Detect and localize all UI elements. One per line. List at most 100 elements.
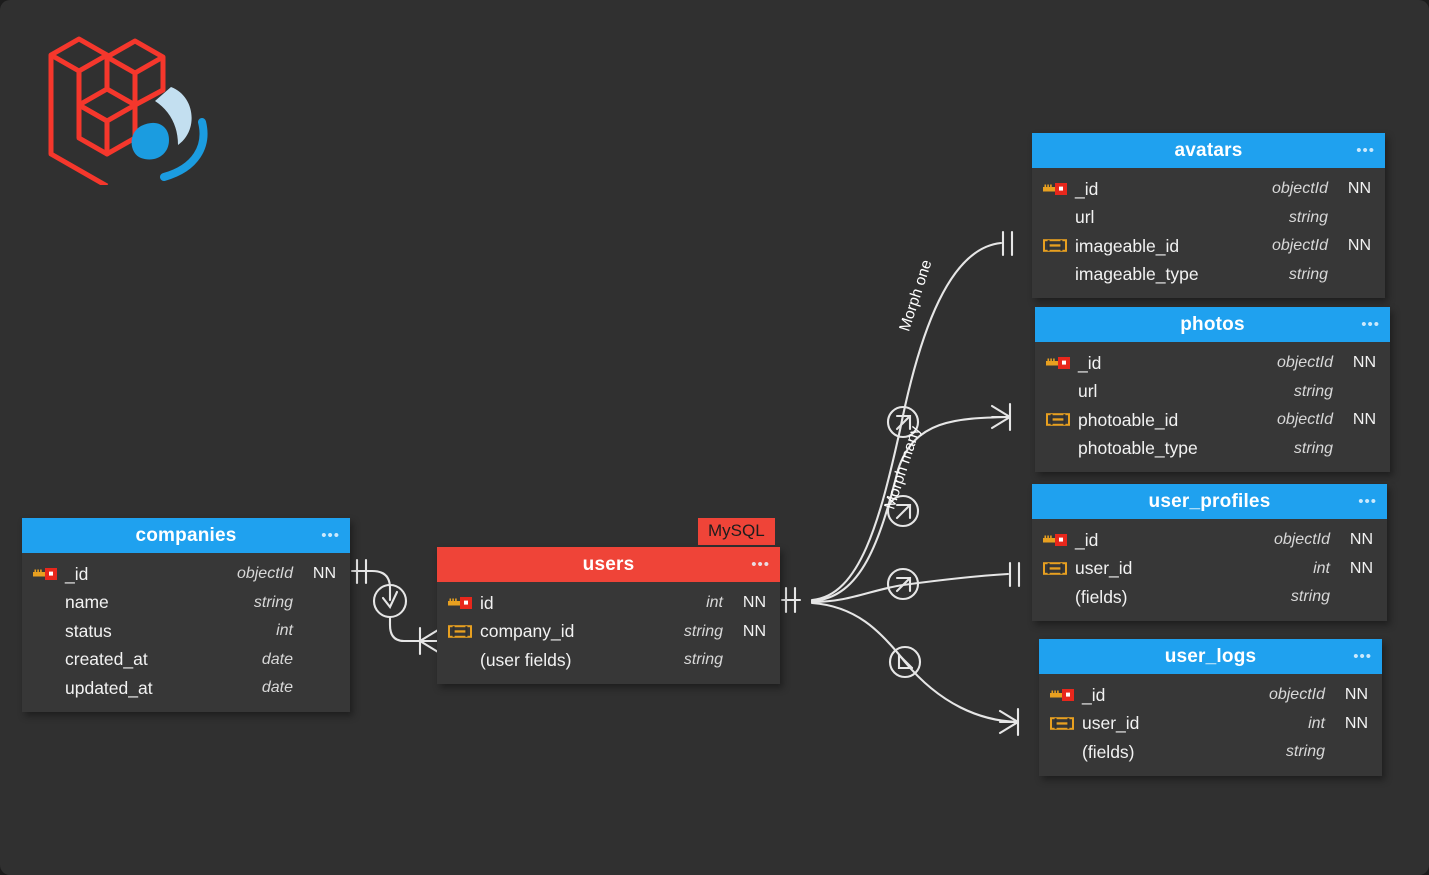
table-menu-icon[interactable]: ••• xyxy=(321,528,340,543)
table-field-row[interactable]: user_id int NN xyxy=(1039,710,1382,739)
table-header-users[interactable]: users ••• xyxy=(437,547,780,582)
table-field-row[interactable]: id int NN xyxy=(437,589,780,618)
table-field-row[interactable]: user_id int NN xyxy=(1032,555,1387,584)
table-card-user_profiles[interactable]: user_profiles ••• _id objectId NN user_id int N… xyxy=(1032,484,1387,621)
field-name: _id xyxy=(1082,684,1106,705)
table-fields-photos: _id objectId NN url string photoable_id object… xyxy=(1035,342,1390,472)
table-menu-icon[interactable]: ••• xyxy=(1358,494,1377,509)
table-fields-avatars: _id objectId NN url string imageable_id object… xyxy=(1032,168,1385,298)
field-type: objectId xyxy=(1268,686,1325,704)
table-card-user_logs[interactable]: user_logs ••• _id objectId NN user_id int NN (fi… xyxy=(1039,639,1382,776)
field-type: int xyxy=(1313,559,1330,577)
field-name: id xyxy=(480,592,494,613)
field-name: _id xyxy=(1078,352,1102,373)
field-name: photoable_id xyxy=(1078,409,1179,430)
table-header-avatars[interactable]: avatars ••• xyxy=(1032,133,1385,168)
no-key-icon xyxy=(33,624,59,638)
field-name: (user fields) xyxy=(480,649,572,670)
primary-key-icon xyxy=(1050,688,1076,702)
field-name: (fields) xyxy=(1075,586,1128,607)
table-header-companies[interactable]: companies ••• xyxy=(22,518,350,553)
table-field-row[interactable]: _id objectId NN xyxy=(1039,681,1382,710)
primary-key-icon xyxy=(1050,689,1074,702)
table-field-row[interactable]: (fields) string xyxy=(1032,583,1387,612)
table-field-row[interactable]: _id objectId NN xyxy=(22,560,350,589)
field-nullability: NN xyxy=(742,594,766,612)
table-field-row[interactable]: url string xyxy=(1035,378,1390,407)
field-nullability: NN xyxy=(1349,531,1373,549)
primary-key-icon xyxy=(33,567,59,581)
table-field-row[interactable]: _id objectId NN xyxy=(1032,526,1387,555)
field-name: name xyxy=(65,592,109,613)
table-card-companies[interactable]: companies ••• _id objectId NN name string statu… xyxy=(22,518,350,712)
table-title: companies xyxy=(135,524,237,546)
field-type: int xyxy=(706,594,723,612)
no-key-icon xyxy=(33,596,59,610)
foreign-key-icon xyxy=(1046,413,1072,427)
field-type: int xyxy=(1308,714,1325,732)
table-card-photos[interactable]: photos ••• _id objectId NN url string photoable… xyxy=(1035,307,1390,472)
edge-label-morph-many: Morph many xyxy=(881,424,925,512)
table-field-row[interactable]: photoable_type string xyxy=(1035,435,1390,464)
field-name: (fields) xyxy=(1082,741,1135,762)
field-type: string xyxy=(1288,265,1328,283)
no-key-icon xyxy=(448,653,474,667)
field-type: string xyxy=(683,651,723,669)
field-name: url xyxy=(1075,207,1095,228)
field-type: string xyxy=(1293,439,1333,457)
table-card-users[interactable]: users ••• id int NN company_id string NN (user f… xyxy=(437,547,780,684)
primary-key-icon xyxy=(1046,357,1070,370)
table-field-row[interactable]: (fields) string xyxy=(1039,738,1382,767)
table-header-photos[interactable]: photos ••• xyxy=(1035,307,1390,342)
field-type: objectId xyxy=(236,565,293,583)
table-field-row[interactable]: status int xyxy=(22,617,350,646)
table-header-user_logs[interactable]: user_logs ••• xyxy=(1039,639,1382,674)
field-type: objectId xyxy=(1276,354,1333,372)
table-card-avatars[interactable]: avatars ••• _id objectId NN url string imageabl… xyxy=(1032,133,1385,298)
table-menu-icon[interactable]: ••• xyxy=(1353,649,1372,664)
table-field-row[interactable]: company_id string NN xyxy=(437,618,780,647)
mysql-badge: MySQL xyxy=(698,518,775,545)
primary-key-icon xyxy=(1043,183,1067,196)
field-name: _id xyxy=(65,563,89,584)
table-field-row[interactable]: created_at date xyxy=(22,646,350,675)
table-field-row[interactable]: name string xyxy=(22,589,350,618)
field-type: string xyxy=(1288,208,1328,226)
foreign-key-icon xyxy=(448,624,472,638)
table-field-row[interactable]: updated_at date xyxy=(22,674,350,703)
table-fields-companies: _id objectId NN name string status int created_… xyxy=(22,553,350,712)
foreign-key-icon xyxy=(1043,561,1067,575)
diagram-canvas[interactable]: Morph one Morph many MySQL companies ••• _… xyxy=(0,0,1429,875)
table-menu-icon[interactable]: ••• xyxy=(751,557,770,572)
table-field-row[interactable]: imageable_id objectId NN xyxy=(1032,232,1385,261)
foreign-key-icon xyxy=(1043,561,1069,576)
table-fields-user_logs: _id objectId NN user_id int NN (fields) string xyxy=(1039,674,1382,776)
table-title: users xyxy=(582,553,635,575)
primary-key-icon xyxy=(1043,533,1069,547)
table-field-row[interactable]: imageable_type string xyxy=(1032,261,1385,290)
table-menu-icon[interactable]: ••• xyxy=(1361,317,1380,332)
table-field-row[interactable]: _id objectId NN xyxy=(1032,175,1385,204)
field-type: string xyxy=(1285,743,1325,761)
no-key-icon xyxy=(1046,442,1072,456)
primary-key-icon xyxy=(33,568,57,581)
table-field-row[interactable]: photoable_id objectId NN xyxy=(1035,406,1390,435)
field-nullability: NN xyxy=(312,565,336,583)
field-type: objectId xyxy=(1271,237,1328,255)
field-nullability: NN xyxy=(1352,411,1376,429)
table-field-row[interactable]: url string xyxy=(1032,204,1385,233)
field-name: updated_at xyxy=(65,677,153,698)
table-title: user_profiles xyxy=(1148,490,1271,512)
no-key-icon xyxy=(33,681,59,695)
field-name: imageable_id xyxy=(1075,235,1180,256)
field-type: date xyxy=(261,650,293,668)
foreign-key-icon xyxy=(1050,716,1074,730)
field-nullability: NN xyxy=(1344,686,1368,704)
table-menu-icon[interactable]: ••• xyxy=(1356,143,1375,158)
primary-key-icon xyxy=(1046,356,1072,370)
table-field-row[interactable]: _id objectId NN xyxy=(1035,349,1390,378)
foreign-key-icon xyxy=(1043,239,1067,253)
edge-label-morph-one: Morph one xyxy=(896,257,936,334)
table-field-row[interactable]: (user fields) string xyxy=(437,646,780,675)
table-header-user_profiles[interactable]: user_profiles ••• xyxy=(1032,484,1387,519)
